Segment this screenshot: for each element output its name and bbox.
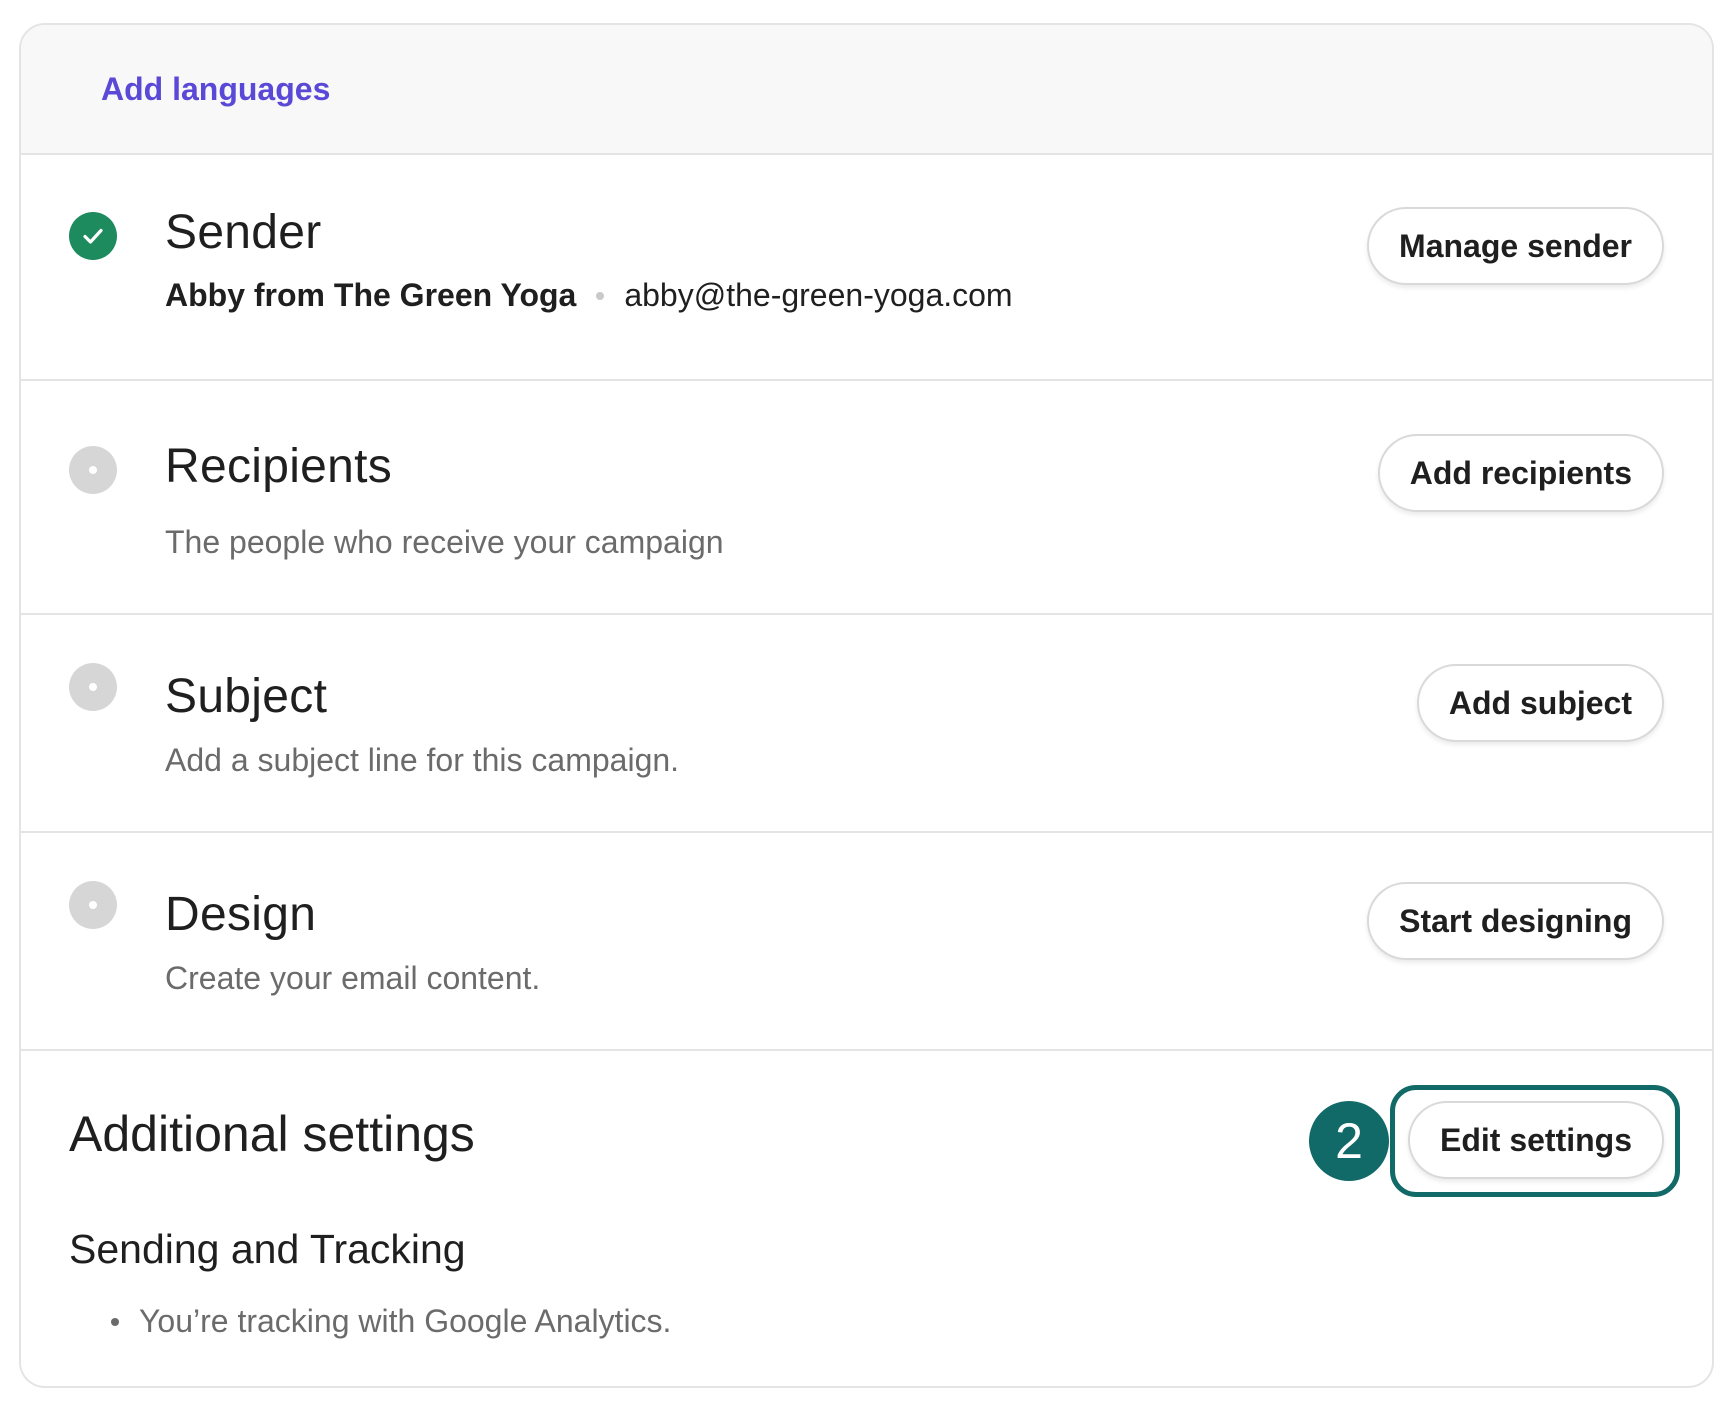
additional-settings-section: Additional settings 2 Edit settings Send… [21,1051,1712,1386]
bullet-dot [111,1317,119,1326]
pending-status-icon [69,446,117,494]
manage-sender-button[interactable]: Manage sender [1367,207,1664,285]
sender-section: Sender Abby from The Green Yoga abby@the… [21,155,1712,381]
subject-title: Subject [165,670,328,723]
start-designing-button[interactable]: Start designing [1367,882,1664,960]
sender-email: abby@the-green-yoga.com [624,277,1013,313]
recipients-title: Recipients [165,440,393,493]
step-number-badge: 2 [1309,1101,1389,1181]
pending-dot [89,466,97,474]
recipients-subtitle: The people who receive your campaign [165,524,724,560]
recipients-section: Recipients The people who receive your c… [21,381,1712,615]
subject-subtitle: Add a subject line for this campaign. [165,742,680,778]
pending-dot [89,683,97,691]
campaign-checklist-card: Add languages Sender Abby from The Green… [19,23,1714,1388]
additional-settings-title: Additional settings [69,1106,475,1162]
pending-status-icon [69,881,117,929]
separator-dot [596,291,605,300]
sender-name: Abby from The Green Yoga [165,277,577,313]
check-icon [69,212,117,260]
list-item: You’re tracking with Google Analytics. [111,1303,671,1340]
tracking-info-text: You’re tracking with Google Analytics. [139,1303,672,1339]
edit-settings-button[interactable]: Edit settings [1407,1101,1664,1179]
sender-details: Abby from The Green Yoga abby@the-green-… [165,277,1013,314]
design-section: Design Create your email content. Start … [21,833,1712,1051]
add-languages-link[interactable]: Add languages [101,71,330,108]
pending-dot [89,901,97,909]
design-subtitle: Create your email content. [165,960,541,996]
add-recipients-button[interactable]: Add recipients [1377,434,1664,512]
languages-bar: Add languages [21,25,1712,155]
add-subject-button[interactable]: Add subject [1416,664,1664,742]
design-title: Design [165,888,317,941]
checkmark-icon [83,228,103,244]
sender-title: Sender [165,206,322,259]
subject-section: Subject Add a subject line for this camp… [21,615,1712,833]
pending-status-icon [69,663,117,711]
sending-tracking-title: Sending and Tracking [69,1226,466,1272]
